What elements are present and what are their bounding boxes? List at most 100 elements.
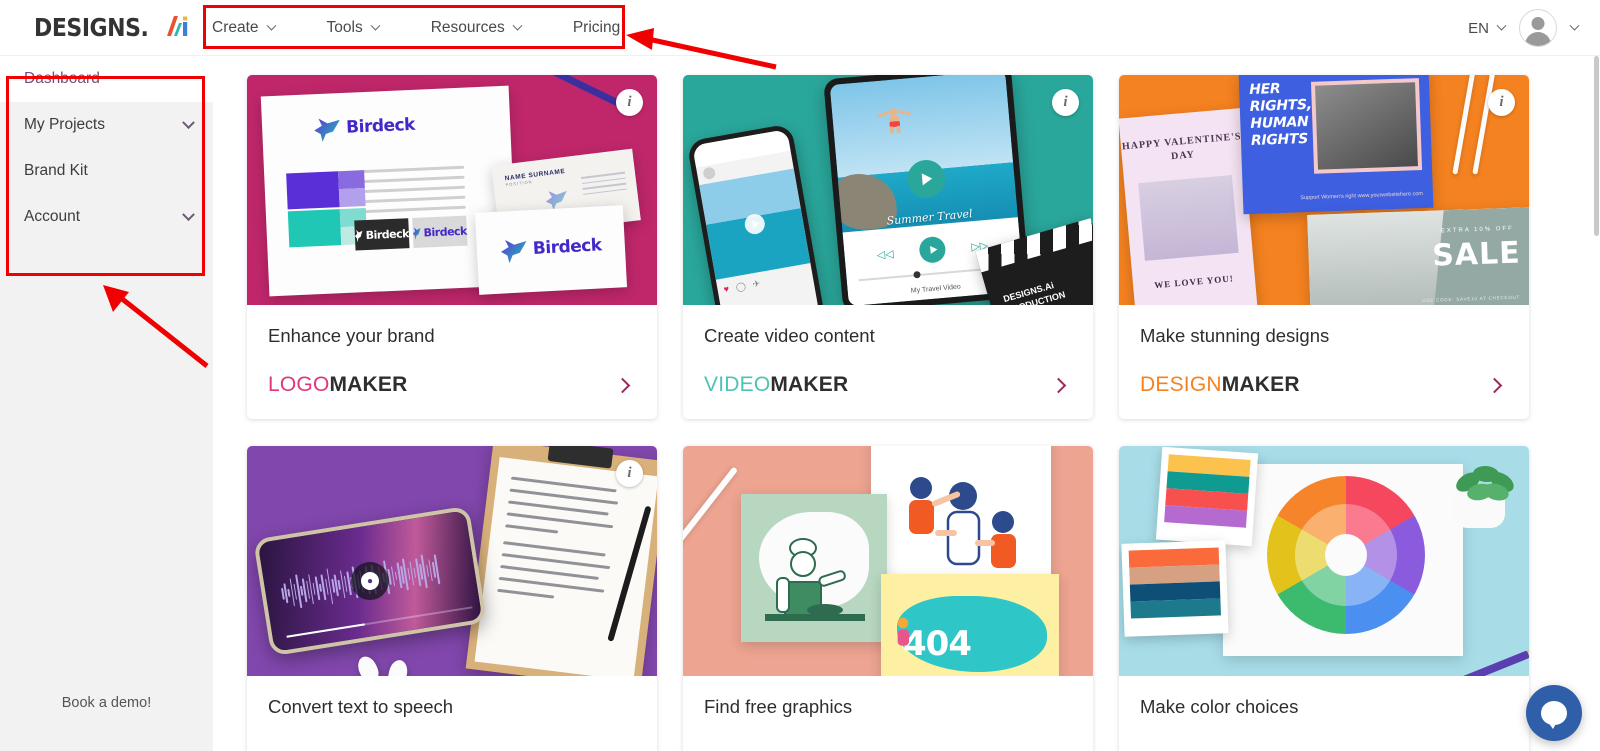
logo-wordmark: DESIGNS.: [34, 13, 149, 42]
bird-icon: [500, 236, 527, 263]
card-title: Make stunning designs: [1140, 325, 1330, 346]
sale-banner: EXTRA 10% OFF SALE USE CODE: SAVE10 AT C…: [1307, 207, 1529, 305]
card-image: [1119, 446, 1529, 676]
sidebar-item-my-projects[interactable]: My Projects: [0, 102, 213, 148]
nav-item-tools[interactable]: Tools: [326, 19, 381, 37]
chat-widget-button[interactable]: [1526, 685, 1582, 741]
card-designmaker[interactable]: HAPPY VALENTINE'S DAY WE LOVE YOU! HER RI…: [1119, 75, 1529, 419]
rights-poster: HER RIGHTS, HUMAN RIGHTS Support Women's ri…: [1238, 75, 1434, 215]
chevron-right-icon[interactable]: [1050, 377, 1067, 393]
book-a-demo-link[interactable]: Book a demo!: [0, 695, 213, 711]
card-body: Make color choices: [1119, 676, 1529, 751]
person-illustration: [897, 617, 909, 646]
card-title: Find free graphics: [704, 696, 853, 717]
avatar-body-icon: [1525, 32, 1551, 46]
brand-accent: LOGO: [268, 373, 330, 396]
color-mockup-art: [1119, 446, 1529, 676]
card-title: Convert text to speech: [268, 696, 454, 717]
plant-icon: [1447, 452, 1523, 528]
valentine-headline: HAPPY VALENTINE'S DAY: [1121, 131, 1242, 163]
sidebar-item-account[interactable]: Account: [0, 194, 213, 240]
nav-item-pricing[interactable]: Pricing: [573, 19, 620, 37]
header-right-cluster: EN: [1468, 0, 1580, 56]
chevron-down-icon: [512, 20, 523, 31]
poster-headline: HER RIGHTS, HUMAN RIGHTS: [1248, 80, 1313, 149]
card-brandline: DESIGNMAKER: [1140, 373, 1300, 397]
video-mockup-art: ♥ ◯ ✈ Summer Travel ◁◁ ▷▷ My Travel Vide…: [683, 75, 1093, 305]
bird-icon: [413, 226, 421, 240]
card-brandline: LOGOMAKER: [268, 373, 407, 397]
chevron-right-icon[interactable]: [614, 377, 631, 393]
language-selector[interactable]: EN: [1468, 20, 1507, 37]
card-logomaker[interactable]: Birdeck Birdeck Birdeck NAME SURNAME POS…: [247, 75, 657, 419]
chat-bubble-icon: [1541, 701, 1567, 725]
card-speechmaker[interactable]: ● i Convert text to speech: [247, 446, 657, 751]
sidebar-item-label: Brand Kit: [24, 162, 88, 179]
palette-card: [1121, 540, 1229, 637]
sidebar-item-label: My Projects: [24, 116, 105, 133]
sidebar-item-label: Dashboard: [24, 70, 100, 87]
graphics-mockup-art: 404: [683, 446, 1093, 676]
card-footer: VIDEOMAKER: [704, 373, 1072, 397]
palette-card: [1155, 446, 1259, 547]
social-icons: ♥ ◯ ✈: [722, 278, 761, 295]
card-title: Make color choices: [1140, 696, 1299, 717]
card-title: Create video content: [704, 325, 875, 346]
poster-subtext: Support Women's right www.yourwebsiteher…: [1300, 191, 1424, 202]
page-root: DESIGNS. Create Tools Resources Pricing …: [0, 0, 1600, 751]
info-icon[interactable]: i: [616, 89, 643, 116]
site-logo[interactable]: DESIGNS.: [34, 13, 191, 42]
avatar[interactable]: [1519, 9, 1557, 47]
earbud-icon: [354, 653, 382, 676]
phone-mockup: ●: [253, 505, 487, 657]
info-icon[interactable]: i: [616, 460, 643, 487]
clapper-text: DESIGNS.Ai PRODUCTION: [1002, 280, 1067, 305]
valentine-footer: WE LOVE YOU!: [1153, 273, 1235, 291]
design-mockup-art: HAPPY VALENTINE'S DAY WE LOVE YOU! HER RI…: [1119, 75, 1529, 305]
card-body: Find free graphics: [683, 676, 1093, 751]
card-image: ● i: [247, 446, 657, 676]
card-image: HAPPY VALENTINE'S DAY WE LOVE YOU! HER RI…: [1119, 75, 1529, 305]
chevron-right-icon[interactable]: [1486, 377, 1503, 393]
brand-name: Birdeck: [345, 114, 416, 138]
speech-mockup-art: ●: [247, 446, 657, 676]
nav-item-label: Tools: [326, 19, 363, 36]
card-image: 404: [683, 446, 1093, 676]
card-graphicmaker[interactable]: 404 Find free graphics: [683, 446, 1093, 751]
contact-lines: [581, 171, 628, 200]
gray-logo-card: Birdeck: [412, 215, 468, 248]
chef-card: [741, 494, 887, 642]
play-icon[interactable]: [918, 235, 947, 264]
chevron-down-icon: [1496, 20, 1507, 31]
info-icon[interactable]: i: [1488, 89, 1515, 116]
sidebar-item-label: Account: [24, 208, 81, 225]
top-header: DESIGNS. Create Tools Resources Pricing …: [0, 0, 1600, 56]
nav-item-create[interactable]: Create: [212, 19, 276, 37]
nav-item-resources[interactable]: Resources: [431, 19, 523, 37]
info-icon[interactable]: i: [1052, 89, 1079, 116]
rewind-icon[interactable]: ◁◁: [876, 247, 894, 261]
stylus-icon: [1472, 75, 1497, 175]
earbud-icon: [386, 658, 410, 676]
account-chevron-down-icon[interactable]: [1569, 20, 1580, 31]
placeholder-text-lines: [352, 165, 466, 221]
business-card-name: NAME SURNAME POSITION: [504, 167, 566, 188]
main-navigation: Create Tools Resources Pricing: [212, 0, 620, 56]
valentine-photo: [1138, 175, 1239, 261]
logo-ai-icon: [165, 14, 191, 43]
bird-icon: [314, 115, 341, 142]
brand-logo-lockup: Birdeck: [314, 112, 416, 142]
sidebar-item-brand-kit[interactable]: Brand Kit: [0, 148, 213, 194]
card-colormaker[interactable]: Make color choices: [1119, 446, 1529, 751]
card-videomaker[interactable]: ♥ ◯ ✈ Summer Travel ◁◁ ▷▷ My Travel Vide…: [683, 75, 1093, 419]
card-brandline: VIDEOMAKER: [704, 373, 848, 397]
brand-name: Birdeck: [532, 235, 603, 259]
page-scrollbar[interactable]: [1593, 56, 1600, 751]
brand-accent: DESIGN: [1140, 373, 1222, 396]
brand-rest: MAKER: [1221, 373, 1300, 396]
branding-mockup-art: Birdeck Birdeck Birdeck NAME SURNAME POS…: [247, 75, 657, 305]
sidebar: Dashboard My Projects Brand Kit Account …: [0, 56, 213, 751]
sidebar-item-dashboard[interactable]: Dashboard: [0, 56, 213, 102]
main-content: Birdeck Birdeck Birdeck NAME SURNAME POS…: [213, 56, 1600, 751]
poster-photo: [1310, 78, 1423, 174]
